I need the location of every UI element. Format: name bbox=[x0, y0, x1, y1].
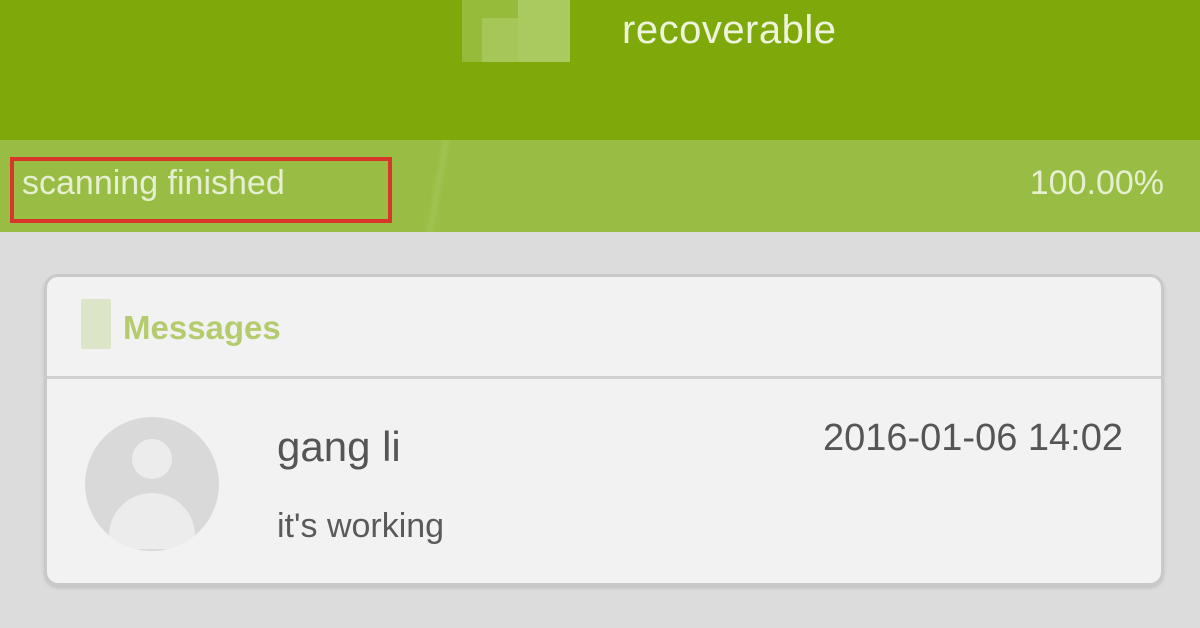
scan-progress-percent: 100.00% bbox=[1029, 164, 1164, 202]
message-sender: gang li bbox=[277, 423, 401, 470]
messages-card: Messages gang li 2016-01-06 14:02 it's w… bbox=[44, 274, 1164, 586]
message-timestamp: 2016-01-06 14:02 bbox=[822, 417, 1123, 459]
app-header: recoverable bbox=[0, 0, 1200, 140]
avatar bbox=[85, 417, 219, 551]
header-title: recoverable bbox=[622, 8, 837, 52]
status-highlight-box bbox=[10, 157, 392, 223]
category-marker-icon bbox=[81, 299, 111, 349]
messages-card-header[interactable]: Messages bbox=[47, 277, 1161, 379]
messages-card-title: Messages bbox=[123, 309, 281, 346]
message-preview: it's working bbox=[277, 507, 445, 545]
logo-icon bbox=[462, 0, 570, 62]
person-icon bbox=[132, 439, 172, 479]
progress-fill bbox=[418, 140, 458, 232]
